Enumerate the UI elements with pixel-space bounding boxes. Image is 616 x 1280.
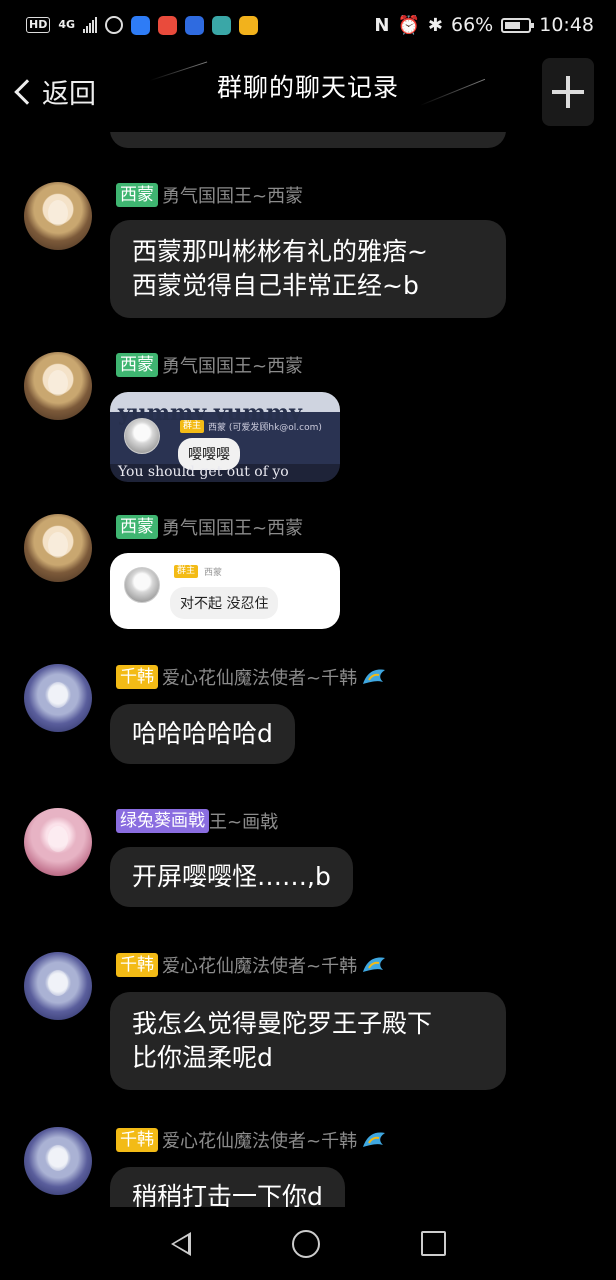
sticker-name: 西蒙 (可爱发顾hk@ol.com): [208, 423, 322, 433]
message-bubble[interactable]: 哈哈哈哈哈d: [110, 704, 295, 764]
sender-row: 西蒙 勇气国国王~西蒙: [116, 352, 303, 378]
previous-message-bubble[interactable]: [110, 132, 506, 148]
sticker-tag: 群主: [180, 420, 205, 433]
alarm-icon: ⏰: [397, 14, 420, 36]
nav-back-button[interactable]: [170, 1231, 191, 1256]
app-notification-icon: [212, 15, 232, 35]
member-tag: 千韩: [116, 953, 158, 977]
member-tag: 绿兔葵画戟: [116, 809, 209, 833]
member-tag: 千韩: [116, 665, 158, 689]
sticker-bubble: 对不起 没忍住: [170, 587, 279, 619]
message-bubble[interactable]: 开屏嘤嘤怪……,b: [110, 847, 353, 907]
message-bubble[interactable]: 西蒙那叫彬彬有礼的雅痞~ 西蒙觉得自己非常正经~b: [110, 220, 506, 318]
sender-row: 千韩 爱心花仙魔法使者~千韩: [116, 1127, 387, 1153]
sender-nickname: 爱心花仙魔法使者~千韩: [162, 668, 358, 689]
sticker-avatar: [124, 418, 160, 454]
dragon-badge-icon: [363, 1132, 386, 1147]
message-bubble[interactable]: 稍稍打击一下你d: [110, 1167, 345, 1207]
nav-recents-button[interactable]: [420, 1231, 446, 1256]
avatar[interactable]: [24, 182, 92, 250]
message-bubble[interactable]: 我怎么觉得曼陀罗王子殿下 比你温柔呢d: [110, 992, 506, 1090]
member-tag: 千韩: [116, 1128, 158, 1152]
member-tag: 西蒙: [116, 183, 158, 207]
message-text: 我怎么觉得曼陀罗王子殿下: [132, 1009, 433, 1038]
sender-row: 绿兔葵画戟 王~画戟: [116, 808, 278, 834]
sticker-tag: 群主: [174, 565, 199, 578]
status-right: N ⏰ ✱ 66% 10:48: [374, 14, 594, 36]
message-text: 哈哈哈哈哈d: [132, 719, 273, 748]
sticker-image[interactable]: yummy yummy 群主 西蒙 (可爱发顾hk@ol.com) 嘤嘤嘤 Yo…: [110, 392, 340, 482]
avatar[interactable]: [24, 514, 92, 582]
status-bar: HD 4G N ⏰ ✱ 66% 10:48: [0, 0, 616, 50]
dragon-badge-icon: [363, 957, 386, 972]
message-text: 稍稍打击一下你d: [132, 1182, 323, 1207]
sender-nickname: 王~画戟: [209, 812, 279, 833]
signal-icon: [83, 17, 98, 33]
sender-nickname: 勇气国国王~西蒙: [162, 186, 304, 207]
app-notification-icon: [158, 15, 178, 35]
app-notification-icon: [105, 16, 124, 34]
chat-header: 返回 群聊的聊天记录: [0, 50, 616, 132]
member-tag: 西蒙: [116, 353, 158, 377]
avatar[interactable]: [24, 952, 92, 1020]
sender-nickname: 爱心花仙魔法使者~千韩: [162, 1131, 358, 1152]
avatar[interactable]: [24, 808, 92, 876]
clock: 10:48: [539, 14, 594, 36]
page-title: 群聊的聊天记录: [216, 73, 399, 102]
message-text: 开屏嘤嘤怪……,b: [132, 862, 331, 891]
app-notification-icon: [131, 15, 151, 35]
app-notification-icon: [185, 15, 205, 35]
sticker-image[interactable]: 群主 西蒙 对不起 没忍住: [110, 553, 340, 629]
app-notification-icon: [239, 15, 259, 35]
nfc-icon: N: [374, 14, 390, 36]
status-left: HD 4G: [26, 15, 259, 35]
sender-row: 千韩 爱心花仙魔法使者~千韩: [116, 664, 387, 690]
sender-row: 西蒙 勇气国国王~西蒙: [116, 182, 303, 208]
member-tag: 西蒙: [116, 515, 158, 539]
sender-row: 西蒙 勇气国国王~西蒙: [116, 514, 303, 540]
network-type: 4G: [58, 18, 76, 31]
sender-row: 千韩 爱心花仙魔法使者~千韩: [116, 952, 387, 978]
message-text: 西蒙那叫彬彬有礼的雅痞~: [132, 237, 428, 266]
sticker-avatar: [124, 567, 160, 603]
sender-nickname: 勇气国国王~西蒙: [162, 356, 304, 377]
system-nav-bar: [0, 1207, 616, 1280]
sender-nickname: 爱心花仙魔法使者~千韩: [162, 956, 358, 977]
message-text: 西蒙觉得自己非常正经~b: [132, 271, 419, 300]
battery-icon: [501, 17, 535, 33]
hd-badge: HD: [26, 17, 51, 33]
sticker-footer: You should get out of yo: [118, 464, 289, 480]
add-button[interactable]: [542, 58, 594, 126]
message-text: 比你温柔呢d: [132, 1043, 273, 1072]
bluetooth-icon: ✱: [427, 14, 443, 36]
nav-home-button[interactable]: [291, 1229, 320, 1258]
avatar[interactable]: [24, 664, 92, 732]
sender-nickname: 勇气国国王~西蒙: [162, 518, 304, 539]
sticker-name: 西蒙: [204, 568, 223, 578]
avatar[interactable]: [24, 1127, 92, 1195]
battery-percent: 66%: [451, 14, 494, 36]
dragon-badge-icon: [363, 669, 386, 684]
avatar[interactable]: [24, 352, 92, 420]
chat-history[interactable]: 西蒙 勇气国国王~西蒙 西蒙那叫彬彬有礼的雅痞~ 西蒙觉得自己非常正经~b 西蒙…: [0, 132, 616, 1207]
plus-icon: [552, 76, 584, 108]
